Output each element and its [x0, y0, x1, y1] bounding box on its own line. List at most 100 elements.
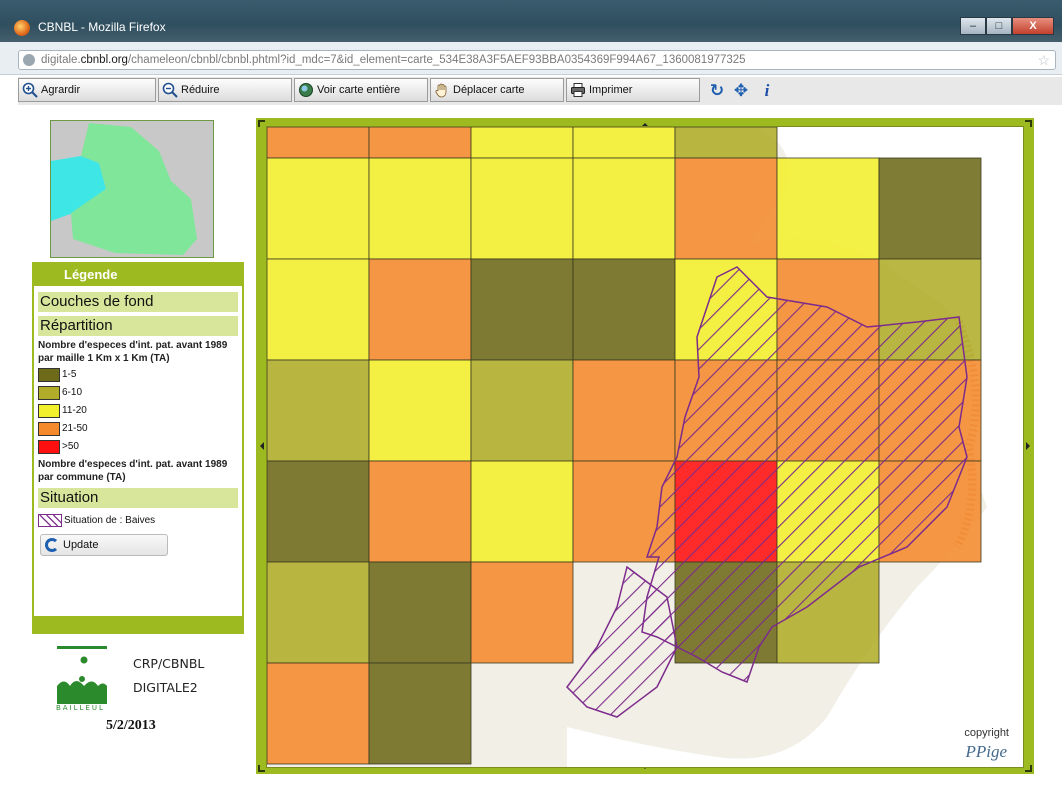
copyright-label: copyright: [964, 727, 1009, 739]
map-canvas[interactable]: copyright PPige: [266, 126, 1024, 768]
legend-class-label: >50: [62, 441, 79, 452]
refresh-icon[interactable]: ↻: [706, 80, 728, 102]
ppige-logo: PPige: [965, 742, 1007, 761]
legend-class-label: 21-50: [62, 423, 88, 434]
legend-class-item: 1-5: [38, 367, 242, 383]
grid-cell[interactable]: [267, 359, 370, 462]
pan-west-arrow[interactable]: [256, 442, 264, 450]
grid-cell[interactable]: [572, 359, 676, 462]
legend-swatch: [38, 404, 60, 418]
grid-cell[interactable]: [470, 157, 574, 260]
distribution-section[interactable]: Répartition: [38, 316, 238, 336]
zoom-out-label: Réduire: [181, 84, 220, 96]
url-input[interactable]: digitale.cbnbl.org/chameleon/cbnbl/cbnbl…: [18, 50, 1056, 70]
info-icon[interactable]: i: [756, 80, 778, 102]
grid-cell[interactable]: [878, 157, 982, 260]
grid-cell[interactable]: [470, 127, 574, 159]
window-title: CBNBL - Mozilla Firefox: [38, 20, 166, 34]
grid-cell[interactable]: [267, 662, 370, 765]
grid-cell[interactable]: [368, 127, 472, 159]
legend-swatch: [38, 422, 60, 436]
grid-layer-title: Nombre d'especes d'int. pat. avant 1989 …: [38, 340, 228, 364]
full-extent-icon: [299, 83, 313, 97]
window-titlebar: CBNBL - Mozilla Firefox – □ X: [0, 0, 1062, 42]
legend-swatch: [38, 440, 60, 454]
legend-item-situation: Situation de : Baives: [38, 514, 242, 528]
grid-cell[interactable]: [572, 157, 676, 260]
commune-layer-title: Nombre d'especes d'int. pat. avant 1989 …: [38, 459, 228, 483]
grid-cell[interactable]: [267, 561, 370, 664]
situation-label: Situation de : Baives: [64, 515, 156, 526]
full-map-label: Voir carte entière: [317, 84, 401, 96]
hatch-swatch: [38, 514, 62, 527]
grid-cell[interactable]: [267, 258, 370, 361]
legend-swatch: [38, 368, 60, 382]
map-frame: copyright PPige: [256, 118, 1034, 774]
grid-cell[interactable]: [368, 561, 472, 664]
grid-cell[interactable]: [572, 127, 676, 159]
grid-cell[interactable]: [267, 127, 370, 159]
navigation-bar: digitale.cbnbl.org/chameleon/cbnbl/cbnbl…: [0, 42, 1062, 75]
hand-icon: [435, 83, 447, 98]
grid-cell[interactable]: [368, 460, 472, 563]
legend-header: Légende: [34, 264, 242, 286]
url-path: /chameleon/cbnbl/cbnbl.phtml?id_mdc=7&id…: [127, 54, 746, 66]
grid-cell[interactable]: [368, 359, 472, 462]
grid-cell[interactable]: [572, 258, 676, 361]
maximize-button[interactable]: □: [986, 17, 1012, 35]
zoom-in-button[interactable]: Agrardir: [18, 78, 156, 102]
full-map-button[interactable]: Voir carte entière: [294, 78, 428, 102]
date-label: 5/2/2013: [106, 718, 156, 733]
legend-swatch: [38, 386, 60, 400]
update-label: Update: [63, 539, 99, 551]
pan-map-button[interactable]: Déplacer carte: [430, 78, 564, 102]
window-controls: – □ X: [960, 17, 1054, 35]
frame-corner: [258, 120, 265, 127]
pan-map-label: Déplacer carte: [453, 84, 525, 96]
grid-cell[interactable]: [776, 157, 880, 260]
close-button[interactable]: X: [1012, 17, 1054, 35]
grid-cell[interactable]: [470, 359, 574, 462]
globe-icon: [23, 54, 35, 66]
grid-cell[interactable]: [267, 157, 370, 260]
legend-class-label: 11-20: [62, 405, 87, 416]
logo-caption: BAILLEUL: [56, 704, 105, 712]
overview-map-shape: [51, 121, 213, 257]
legend-class-item: 6-10: [38, 385, 242, 401]
minimize-button[interactable]: –: [960, 17, 986, 35]
org-line-1: CRP/CBNBL: [133, 656, 205, 671]
legend-footer-bar: [34, 616, 242, 632]
url-prefix: digitale.: [41, 54, 81, 66]
grid-cell[interactable]: [674, 127, 778, 159]
refresh-icon: [45, 538, 59, 552]
background-layers-section[interactable]: Couches de fond: [38, 292, 238, 312]
grid-cell[interactable]: [470, 258, 574, 361]
zoom-out-icon: [162, 82, 178, 98]
grid-cell[interactable]: [267, 460, 370, 563]
update-button[interactable]: Update: [40, 534, 168, 556]
grid-cell[interactable]: [368, 258, 472, 361]
printer-icon: [571, 83, 585, 97]
zoom-in-icon: [22, 82, 38, 98]
overview-map[interactable]: [50, 120, 214, 258]
zoom-out-button[interactable]: Réduire: [158, 78, 292, 102]
legend-class-item: >50: [38, 439, 242, 455]
grid-cell[interactable]: [674, 157, 778, 260]
logo-graphic: [57, 646, 107, 704]
print-label: Imprimer: [589, 84, 633, 96]
legend-class-item: 11-20: [38, 403, 242, 419]
org-line-2: DIGITALE2: [133, 680, 198, 695]
grid-cell[interactable]: [470, 561, 574, 664]
frame-corner: [258, 765, 265, 772]
situation-section[interactable]: Situation: [38, 488, 238, 508]
grid-cell[interactable]: [470, 460, 574, 563]
grid-cell[interactable]: [368, 662, 472, 765]
move-arrows-icon[interactable]: ✥: [730, 80, 752, 102]
print-button[interactable]: Imprimer: [566, 78, 700, 102]
bookmark-star-icon[interactable]: ☆: [1037, 51, 1050, 69]
pan-east-arrow[interactable]: [1026, 442, 1034, 450]
legend-class-item: 21-50: [38, 421, 242, 437]
grid-cell[interactable]: [368, 157, 472, 260]
firefox-icon: [14, 20, 30, 36]
legend-class-list: 1-5 6-10 11-20 21-50 >50: [34, 367, 242, 455]
